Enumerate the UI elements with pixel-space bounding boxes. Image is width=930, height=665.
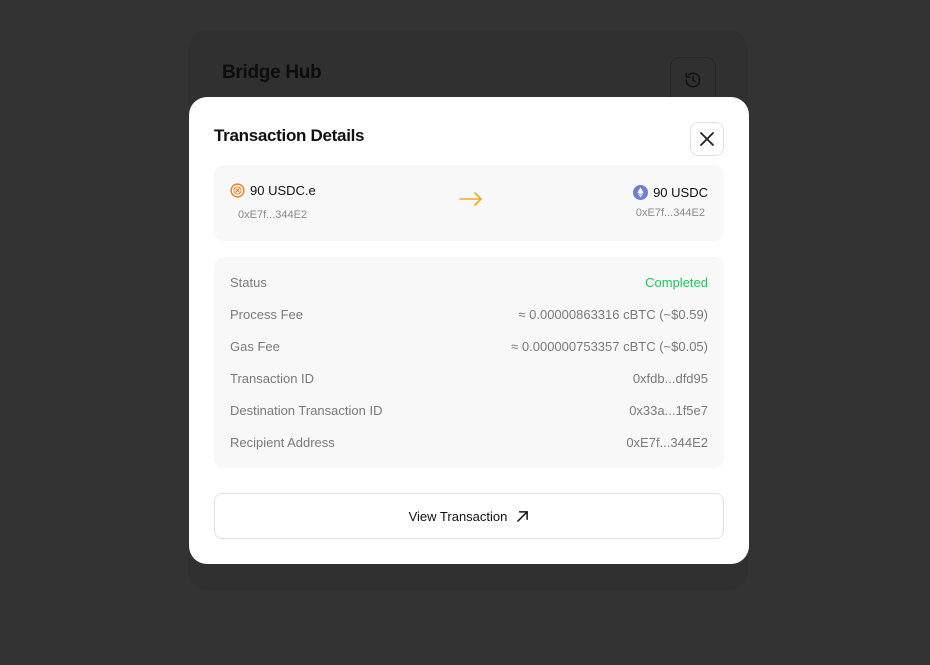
- page-title: Bridge Hub: [222, 62, 322, 83]
- detail-value: 0xE7f...344E2: [626, 434, 708, 450]
- detail-value: 0xfdb...dfd95: [632, 370, 708, 386]
- view-transaction-label: View Transaction: [408, 508, 508, 524]
- arrow-right-icon: [459, 192, 482, 206]
- from-token: 90 USDC.e: [230, 183, 316, 198]
- from-address: 0xE7f...344E2: [238, 209, 308, 221]
- to-token: 90 USDC: [633, 185, 708, 200]
- detail-label: Process Fee: [230, 306, 303, 322]
- detail-label: Destination Transaction ID: [230, 402, 383, 418]
- detail-label: Status: [230, 274, 267, 290]
- detail-value: ≈ 0.000000753357 cBTC (~$0.05): [511, 338, 708, 354]
- detail-label: Recipient Address: [230, 434, 335, 450]
- detail-row-status: Status Completed: [230, 273, 708, 291]
- external-arrow-icon: [517, 510, 529, 522]
- detail-label: Gas Fee: [230, 338, 280, 354]
- close-button[interactable]: [690, 122, 724, 156]
- usdc-e-token-icon: [230, 183, 245, 198]
- to-address: 0xE7f...344E2: [635, 207, 705, 219]
- transfer-summary: 90 USDC.e 0xE7f...344E2 90 USDC 0xE7f...…: [214, 165, 724, 241]
- modal-title: Transaction Details: [214, 126, 365, 145]
- detail-row-transaction-id: Transaction ID 0xfdb...dfd95: [230, 369, 708, 387]
- detail-row-process-fee: Process Fee ≈ 0.00000863316 cBTC (~$0.59…: [230, 305, 708, 323]
- detail-value: ≈ 0.00000863316 cBTC (~$0.59): [518, 306, 708, 322]
- detail-row-gas-fee: Gas Fee ≈ 0.000000753357 cBTC (~$0.05): [230, 337, 708, 355]
- history-icon: [685, 72, 701, 88]
- to-amount: 90 USDC: [653, 185, 708, 200]
- ethereum-icon: [633, 185, 649, 200]
- view-transaction-button[interactable]: View Transaction: [214, 493, 724, 539]
- close-icon: [700, 132, 714, 146]
- from-amount: 90 USDC.e: [250, 183, 316, 198]
- detail-row-destination-transaction-id: Destination Transaction ID 0x33a...1f5e7: [230, 401, 708, 419]
- detail-label: Transaction ID: [230, 370, 315, 386]
- detail-value: 0x33a...1f5e7: [629, 402, 708, 418]
- status-value: Completed: [645, 274, 708, 290]
- transaction-details-modal: Transaction Details 90 USDC.e 0xE7f...34…: [189, 97, 749, 564]
- detail-row-recipient-address: Recipient Address 0xE7f...344E2: [230, 433, 708, 451]
- transaction-details-list: Status Completed Process Fee ≈ 0.0000086…: [214, 257, 724, 468]
